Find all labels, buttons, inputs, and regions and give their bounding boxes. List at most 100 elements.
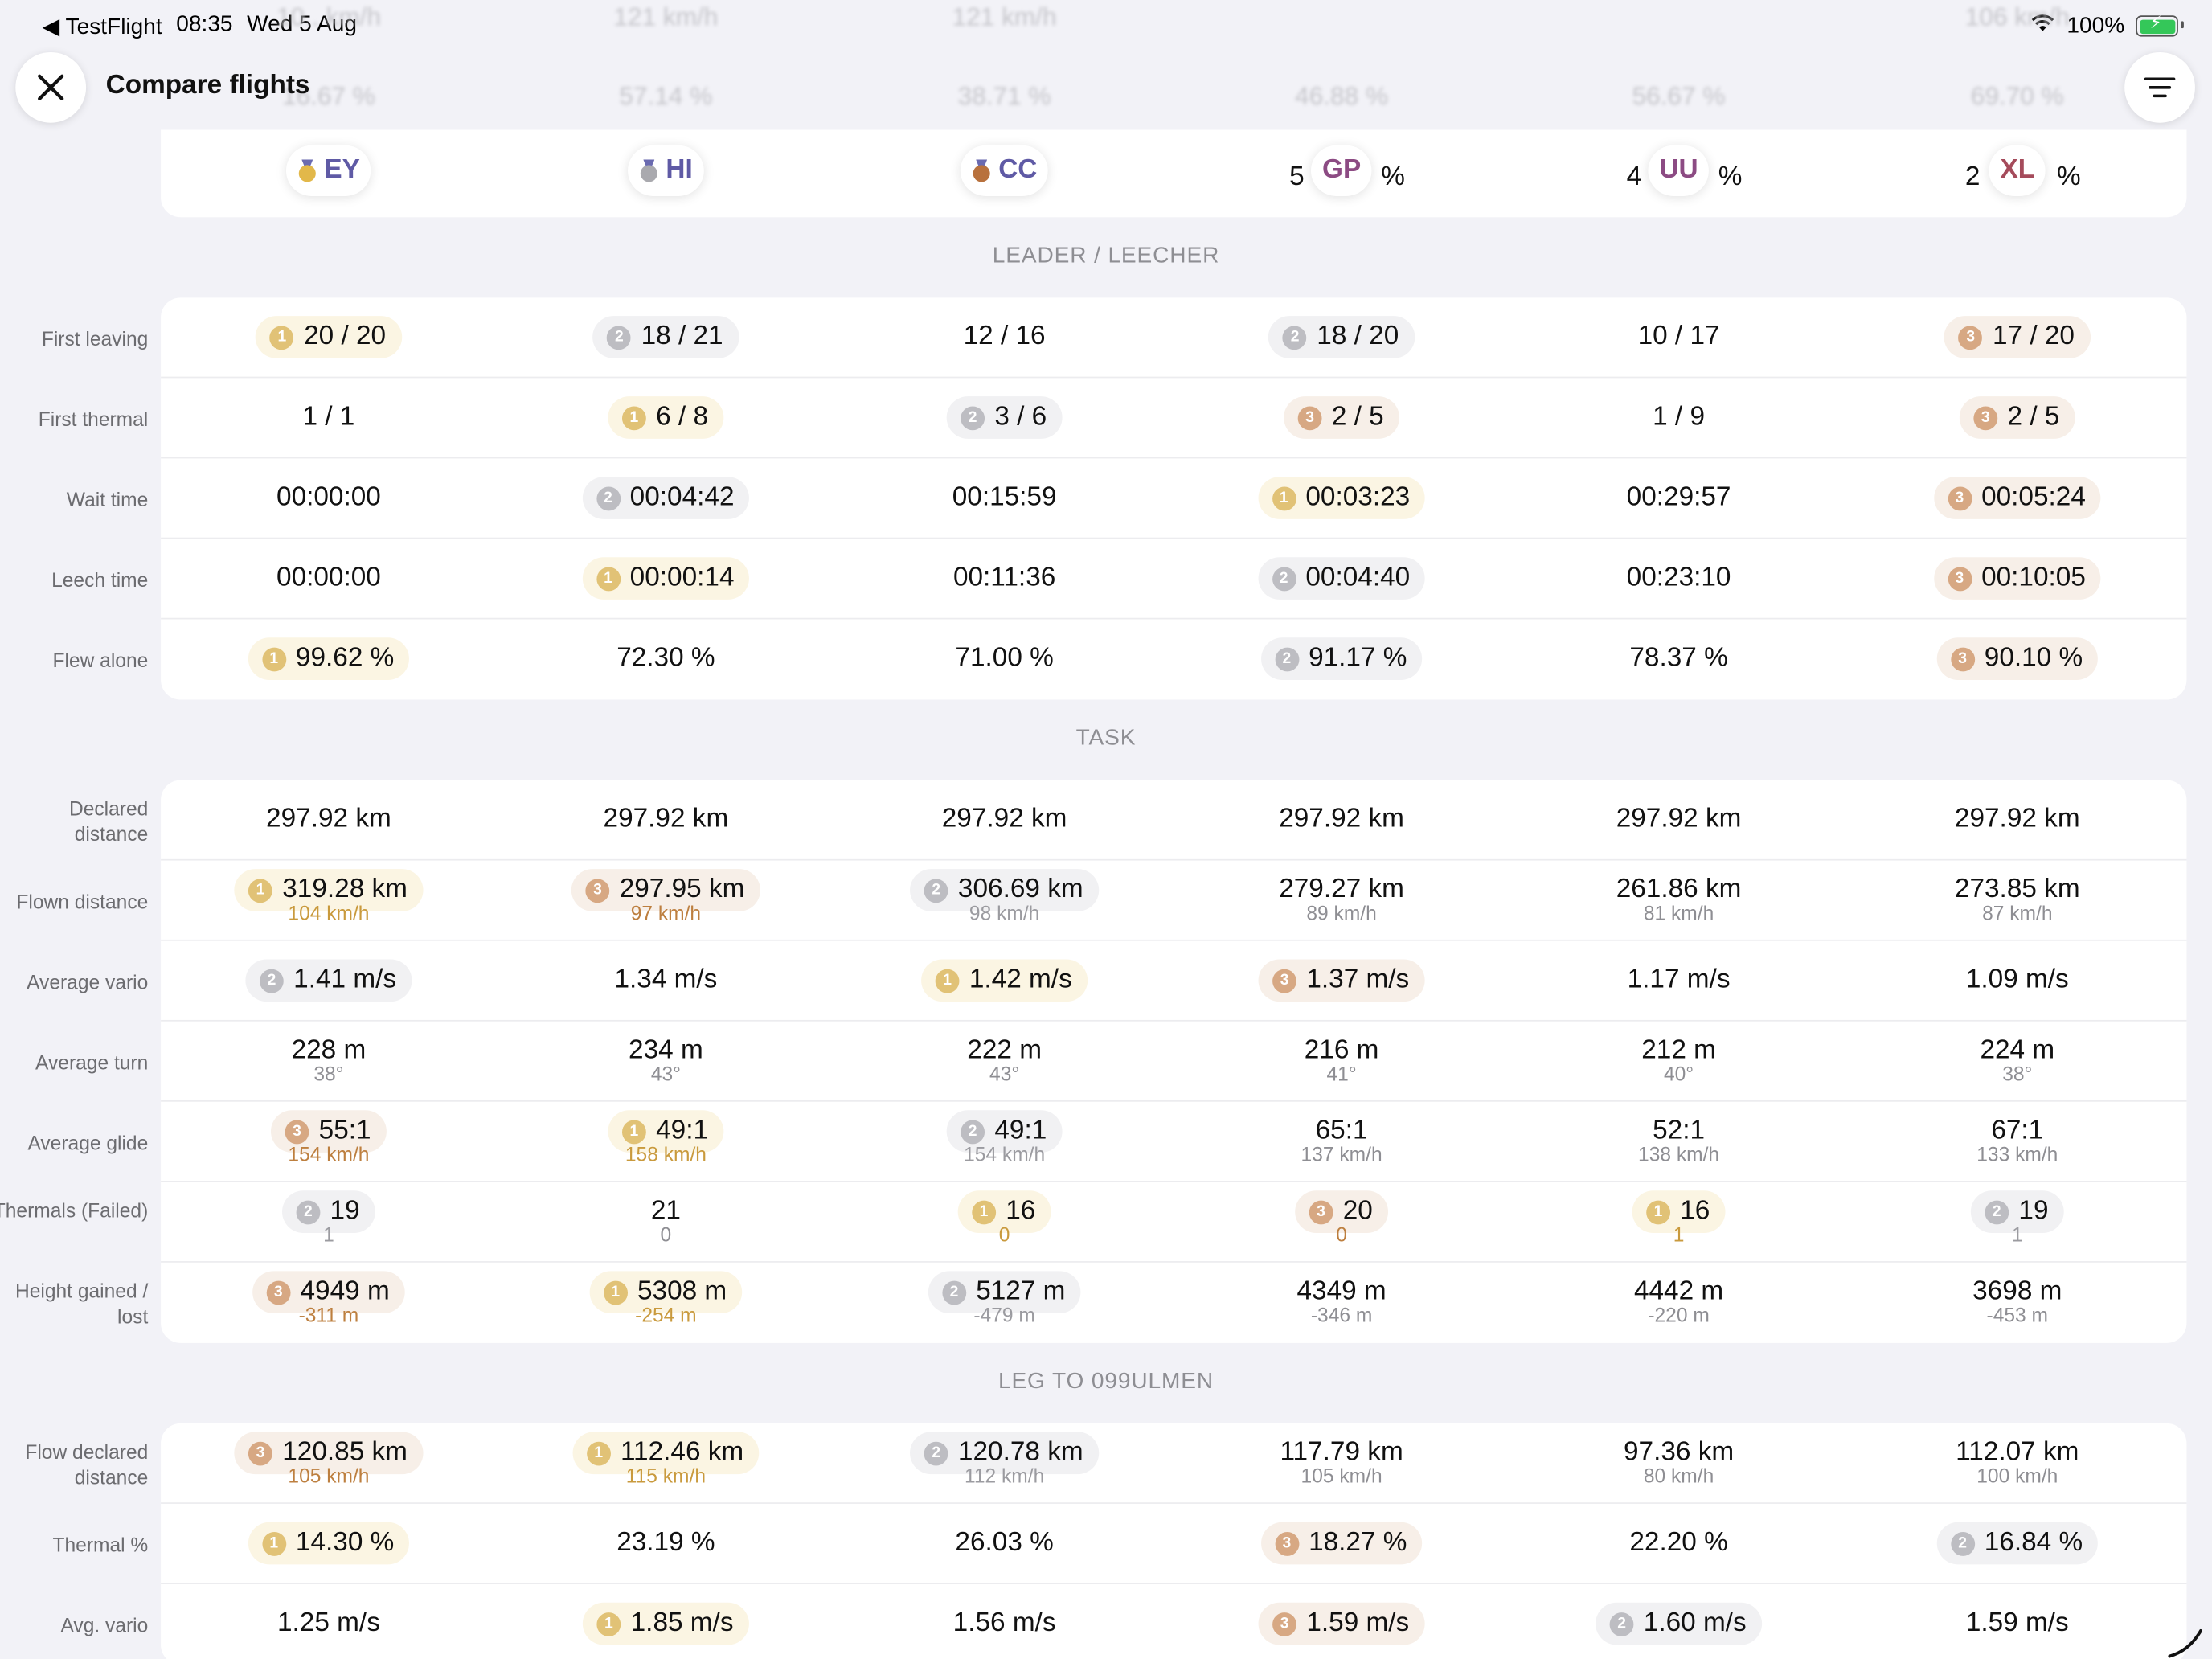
- stat-subvalue: -453 m: [1986, 1303, 2049, 1326]
- stat-value-text: 297.92 km: [603, 804, 729, 834]
- ranked-value-pill: 3 00:05:24: [1933, 477, 2102, 519]
- stat-subvalue: 98 km/h: [969, 901, 1040, 924]
- row-label: Height gained / lost: [14, 1279, 149, 1327]
- stat-value: 00:11:36: [953, 557, 1055, 600]
- row-divider: [161, 1181, 2187, 1182]
- stat-cell: 1.56 m/s: [850, 1603, 1160, 1645]
- back-to-app-link[interactable]: ◀ TestFlight: [43, 13, 162, 41]
- stat-cell: 297.92 km: [1862, 798, 2173, 841]
- stat-value-text: 72.30 %: [616, 643, 715, 674]
- stat-value: 297.92 km: [942, 798, 1067, 841]
- status-time: 08:35: [176, 12, 233, 37]
- rank-gold-icon: 1: [269, 325, 294, 350]
- row-divider: [161, 537, 2187, 539]
- pilot-chip-hi[interactable]: HI: [628, 145, 704, 196]
- stat-value-text: 00:10:05: [1981, 563, 2086, 593]
- rank-gold-icon: 1: [261, 646, 286, 671]
- stat-cell: 4349 m -346 m: [1186, 1271, 1497, 1325]
- pilot-chip-cc[interactable]: CC: [960, 145, 1049, 196]
- row-divider: [161, 376, 2187, 379]
- stat-value-text: 297.92 km: [941, 804, 1067, 834]
- stat-cell: 1 6 / 8: [510, 396, 821, 439]
- stat-value-text: 10 / 17: [1637, 322, 1720, 352]
- faded-value: 121 km/h: [952, 2, 1057, 31]
- stat-cell: 216 m 41°: [1186, 1030, 1497, 1084]
- faded-value: 106 km/h: [1964, 2, 2070, 31]
- stat-cell: 52:1 138 km/h: [1524, 1110, 1834, 1165]
- pilot-chip-gp[interactable]: GP: [1310, 145, 1373, 196]
- stat-value-text: 16: [1006, 1196, 1036, 1227]
- battery-charging-icon: ⚡: [2136, 13, 2184, 37]
- faded-value: 56.67 %: [1632, 81, 1726, 110]
- filter-button[interactable]: [2124, 51, 2195, 123]
- row-label: Average vario: [27, 969, 149, 993]
- stat-value: 297.92 km: [1279, 798, 1404, 841]
- stat-value: 297.92 km: [1616, 798, 1742, 841]
- stat-cell: 3 2 / 5: [1186, 396, 1497, 439]
- stat-value: 1.25 m/s: [277, 1603, 380, 1645]
- stat-value-text: 00:03:23: [1305, 482, 1411, 513]
- stat-cell: 117.79 km 105 km/h: [1186, 1432, 1497, 1486]
- stat-subvalue: 158 km/h: [625, 1142, 707, 1165]
- ranked-value-pill: 2 16.84 %: [1936, 1522, 2099, 1565]
- stat-value-text: 20 / 20: [304, 322, 387, 352]
- stat-value-text: 18 / 20: [1317, 322, 1399, 352]
- stat-cell: 12 / 16: [850, 316, 1160, 358]
- row-divider: [161, 1261, 2187, 1263]
- row-divider: [161, 1019, 2187, 1022]
- ranked-value-pill: 3 1.37 m/s: [1258, 959, 1425, 1002]
- stat-cell: 00:00:00: [174, 477, 484, 519]
- stat-cell: 2 00:04:42: [510, 477, 821, 519]
- pilot-chip-ey[interactable]: EY: [285, 145, 371, 196]
- stat-cell: 1 16 1: [1524, 1190, 1834, 1246]
- stat-cell: 00:29:57: [1524, 477, 1834, 519]
- stat-value-text: 2 / 5: [2007, 402, 2060, 432]
- stat-value: 1.34 m/s: [614, 959, 717, 1002]
- close-button[interactable]: [15, 51, 87, 123]
- stat-value-text: 00:11:36: [952, 563, 1056, 593]
- stat-value: 22.20 %: [1629, 1522, 1727, 1565]
- stat-subvalue: 133 km/h: [1976, 1142, 2058, 1165]
- stat-value-text: 1.17 m/s: [1627, 965, 1731, 995]
- pilot-value-peek: 5: [1289, 162, 1305, 192]
- pilot-chip-uu[interactable]: UU: [1648, 145, 1710, 196]
- ranked-value-pill: 2 18 / 20: [1268, 316, 1415, 358]
- stat-cell: 65:1 137 km/h: [1186, 1110, 1497, 1165]
- faded-value: 69.70 %: [1970, 81, 2064, 110]
- stat-value-text: 78.37 %: [1629, 643, 1728, 674]
- stat-value: 00:15:59: [952, 477, 1057, 519]
- row-divider: [161, 1502, 2187, 1504]
- stat-cell: 97.36 km 80 km/h: [1524, 1432, 1834, 1486]
- ranked-value-pill: 2 18 / 21: [592, 316, 739, 358]
- ranked-value-pill: 3 2 / 5: [1284, 396, 1400, 439]
- pilot-chip-xl[interactable]: XL: [1989, 145, 2046, 196]
- ranked-value-pill: 2 00:04:42: [582, 477, 750, 519]
- stat-cell: 3 20 0: [1186, 1190, 1497, 1246]
- stat-subvalue: -254 m: [635, 1303, 697, 1326]
- rank-bronze-icon: 3: [1309, 1199, 1333, 1224]
- stat-value: 297.92 km: [604, 798, 729, 841]
- row-label: Flew alone: [52, 648, 149, 671]
- rank-silver-icon: 2: [1272, 566, 1296, 591]
- stat-value-text: 297.92 km: [266, 804, 391, 834]
- stat-cell: 279.27 km 89 km/h: [1186, 869, 1497, 924]
- stat-cell: 22.20 %: [1524, 1522, 1834, 1565]
- stat-cell: 2 3 / 6: [850, 396, 1160, 439]
- row-divider: [161, 858, 2187, 861]
- ranked-value-pill: 2 1.60 m/s: [1596, 1602, 1763, 1645]
- stat-value: 1.59 m/s: [1966, 1603, 2069, 1645]
- stat-subvalue: 154 km/h: [288, 1142, 370, 1165]
- stat-value: 1.17 m/s: [1628, 959, 1731, 1002]
- stat-subvalue: 138 km/h: [1638, 1142, 1720, 1165]
- stat-value-text: 00:29:57: [1626, 482, 1731, 513]
- stat-cell: 1 00:03:23: [1186, 477, 1497, 519]
- stat-cell: 2 18 / 20: [1186, 316, 1497, 358]
- pilot-code: UU: [1659, 155, 1698, 185]
- stat-value-text: 16: [1680, 1196, 1710, 1227]
- stat-value-text: 1.37 m/s: [1306, 965, 1410, 995]
- stat-value: 00:00:00: [276, 477, 381, 519]
- stat-value: 10 / 17: [1638, 316, 1720, 358]
- stat-subvalue: 0: [1336, 1223, 1347, 1246]
- row-label: Leech time: [51, 567, 149, 591]
- stat-subvalue: 100 km/h: [1976, 1464, 2058, 1487]
